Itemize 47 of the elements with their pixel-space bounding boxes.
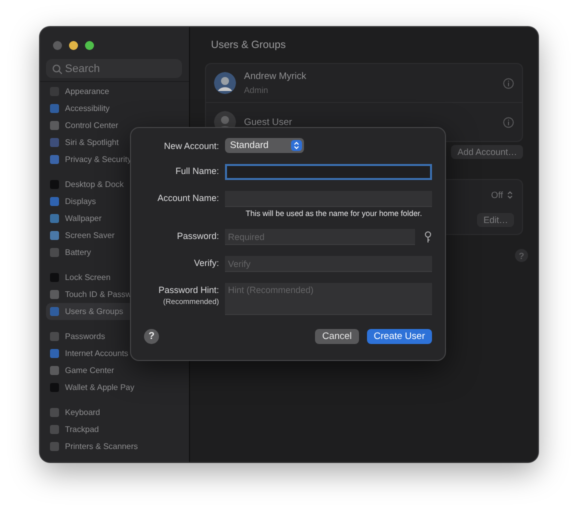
sidebar-item[interactable]: Privacy & Security [46, 151, 136, 168]
pane-title: Users & Groups [211, 38, 286, 53]
stepper-icon[interactable] [506, 190, 514, 200]
sidebar-item[interactable]: Desktop & Dock [46, 176, 128, 193]
sidebar-item[interactable]: Control Center [46, 117, 122, 134]
close-button[interactable] [53, 41, 62, 50]
info-icon[interactable] [503, 116, 514, 128]
info-icon[interactable] [503, 78, 514, 88]
sidebar-item[interactable]: Screen Saver [46, 227, 119, 244]
zoom-button[interactable] [85, 41, 94, 50]
sidebar-item[interactable]: Siri & Spotlight [46, 134, 123, 151]
user-name: Andrew Myrick [244, 71, 306, 82]
field-label: Password Hint: [158, 285, 219, 295]
field-label: Full Name: [175, 166, 219, 176]
cancel-button[interactable]: Cancel [315, 329, 359, 344]
sidebar-item[interactable]: Trackpad [46, 421, 103, 438]
sidebar-item[interactable]: Battery [46, 244, 95, 261]
sidebar-item[interactable]: Wallet & Apple Pay [46, 379, 138, 396]
sidebar-item[interactable]: Game Center [46, 362, 118, 379]
add-account-button[interactable]: Add Account… [451, 145, 523, 159]
sidebar-item[interactable]: Passwords [46, 328, 110, 345]
user-role: Admin [244, 85, 268, 95]
chevron-icon [290, 140, 302, 151]
sidebar-item[interactable]: Internet Accounts [46, 345, 132, 362]
edit-button[interactable]: Edit… [477, 212, 514, 226]
field-label: Password: [176, 231, 219, 241]
sidebar-item[interactable]: Printers & Scanners [46, 438, 142, 455]
field-label: Account Name: [157, 193, 219, 203]
key-icon[interactable] [424, 231, 432, 243]
sidebar-item[interactable]: Appearance [46, 83, 114, 100]
sidebar-item[interactable]: Lock Screen [46, 269, 115, 286]
sidebar-item[interactable]: Displays [46, 193, 100, 210]
sidebar-item[interactable]: Accessibility [46, 100, 114, 117]
text-field[interactable] [225, 164, 432, 180]
search-icon [52, 64, 62, 74]
sidebar-item[interactable]: Wallpaper [46, 210, 106, 227]
minimize-button[interactable] [69, 41, 78, 50]
avatar [214, 72, 236, 94]
popup-value[interactable]: Off [491, 190, 503, 200]
field-label: Verify: [194, 258, 219, 268]
account-type-popup[interactable]: Standard [225, 138, 304, 153]
create-user-button[interactable]: Create User [366, 329, 432, 344]
search-field[interactable]: Search [46, 59, 182, 78]
field-label: New Account: [162, 140, 219, 150]
user-name: Guest User [244, 116, 292, 128]
sidebar-item[interactable]: Keyboard [46, 404, 104, 421]
help-button[interactable]: ? [144, 329, 159, 344]
